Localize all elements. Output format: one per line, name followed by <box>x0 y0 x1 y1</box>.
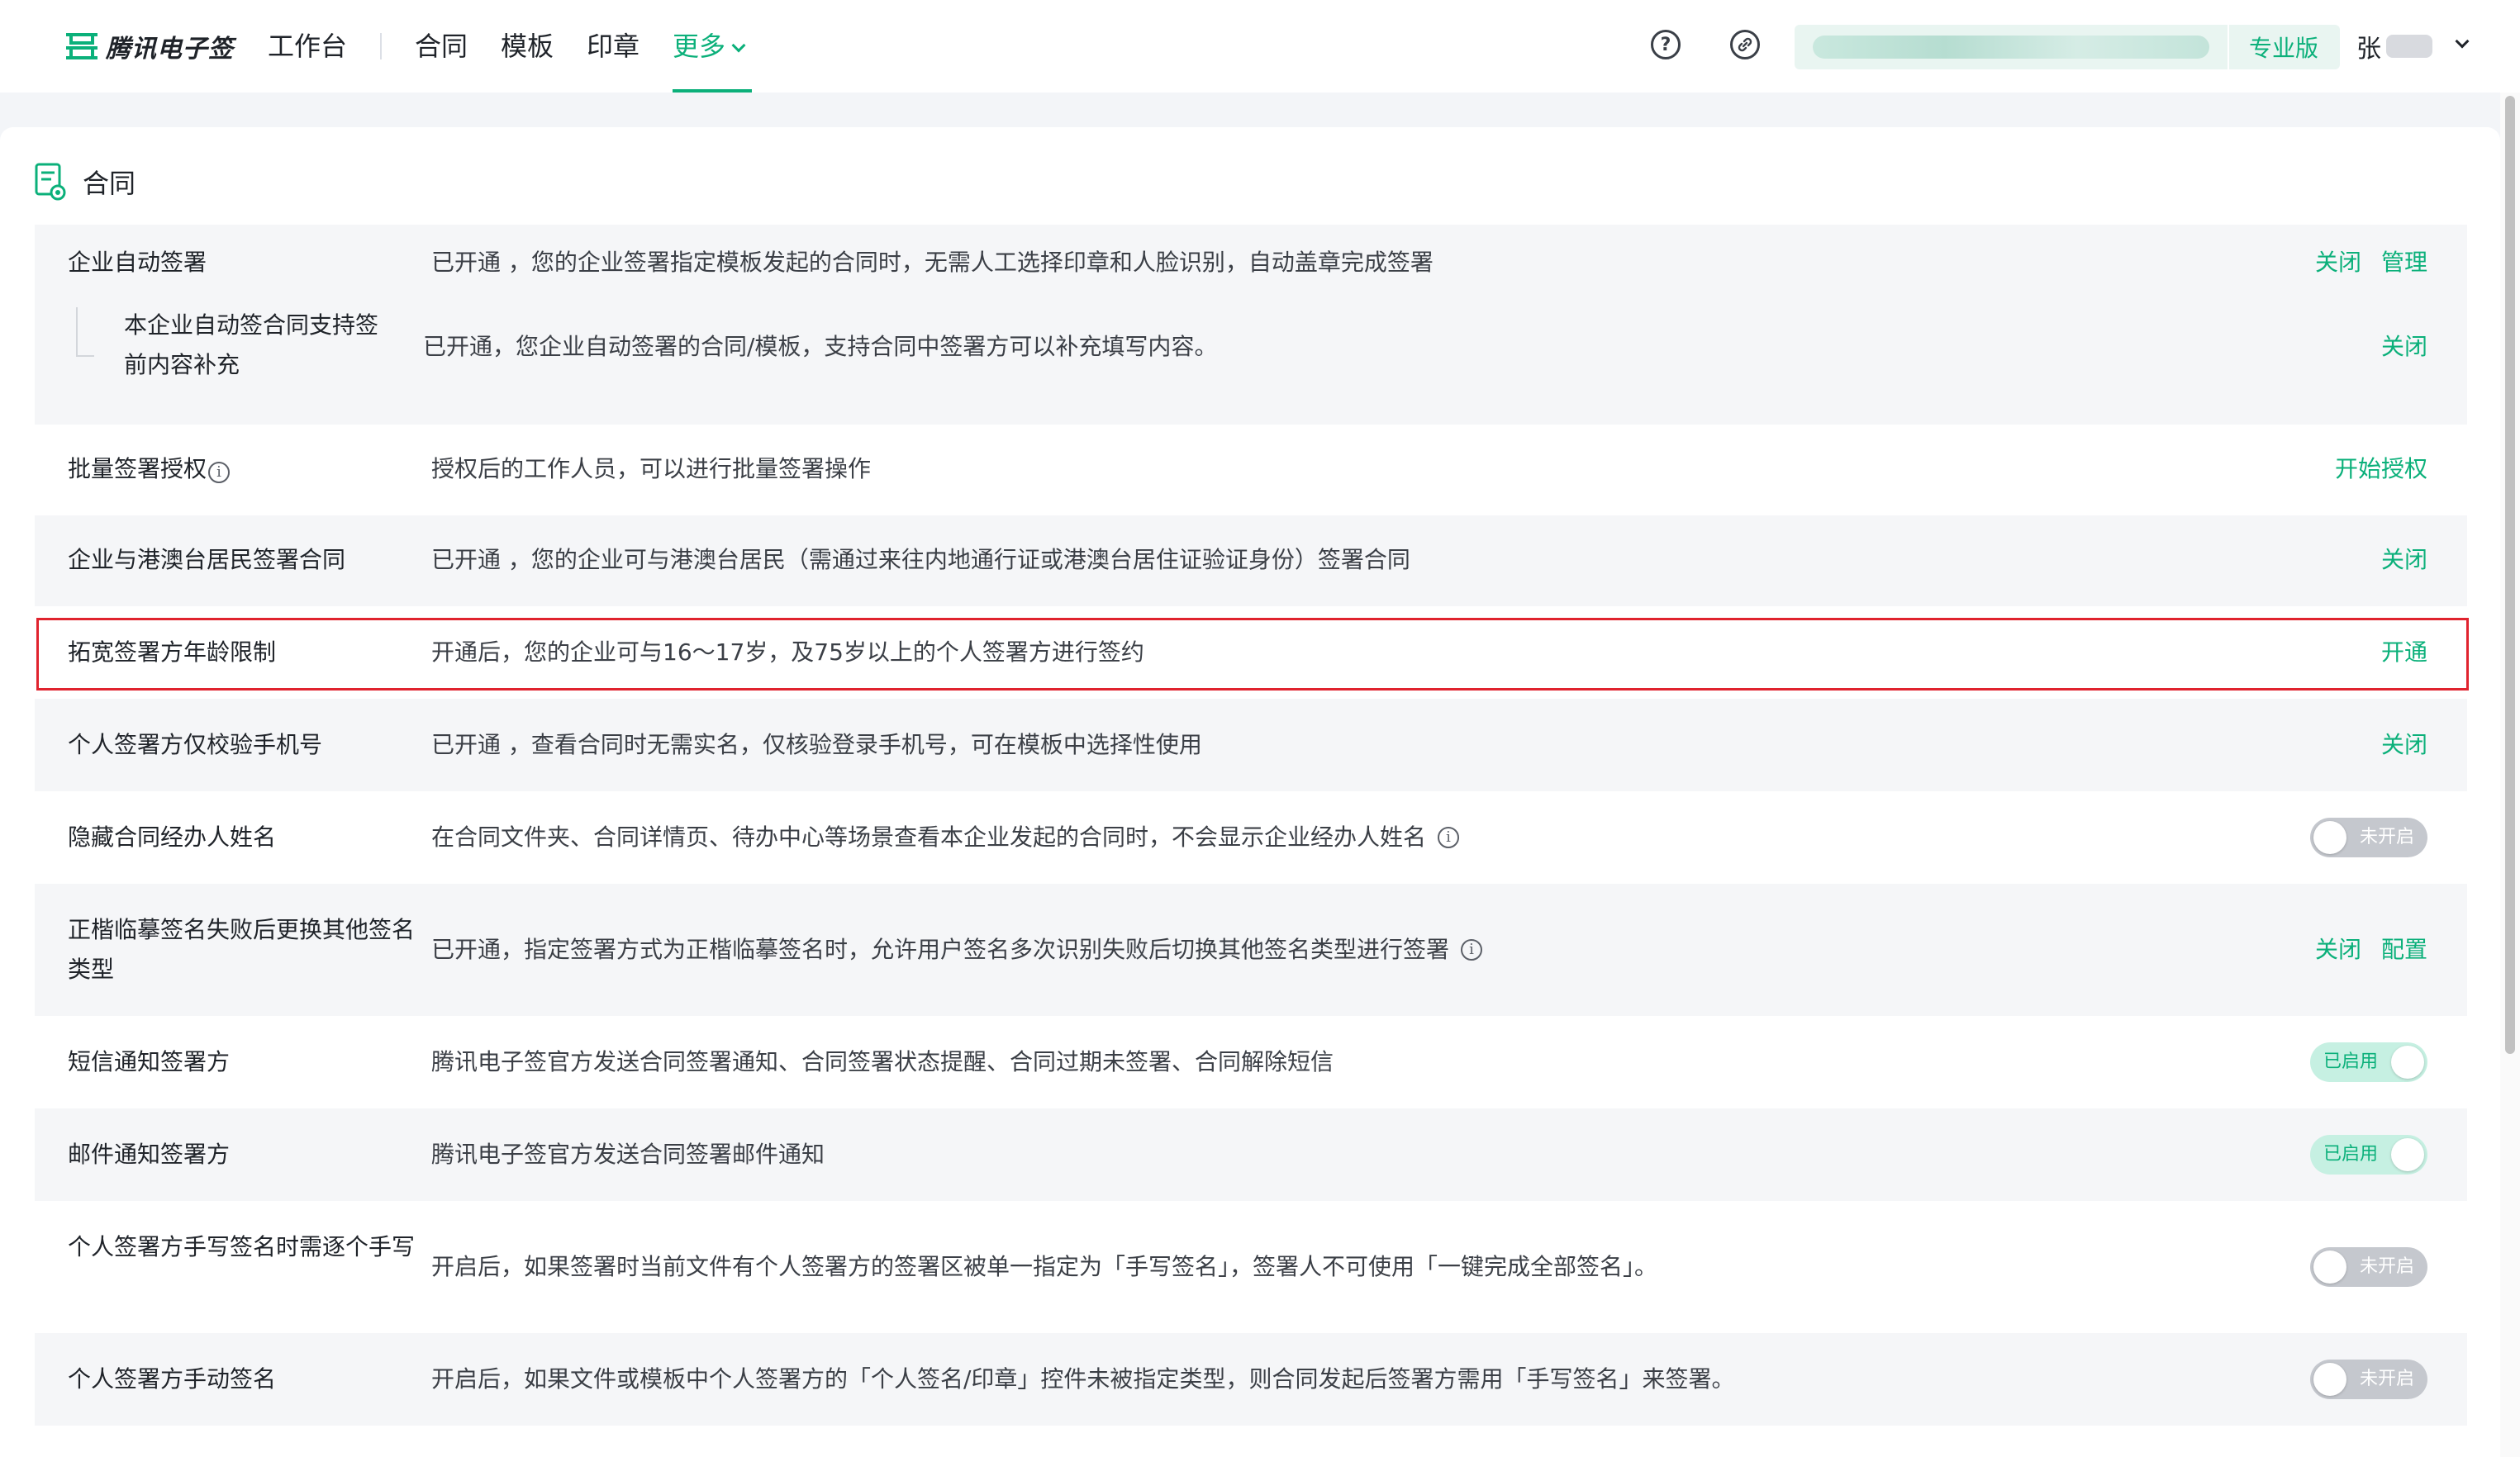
setting-description: 腾讯电子签官方发送合同签署通知、合同签署状态提醒、合同过期未签署、合同解除短信 <box>431 1048 1334 1075</box>
setting-row-hk-macao-taiwan: 企业与港澳台居民签署合同 已开通 ，您的企业可与港澳台居民（需通过来往内地通行证… <box>35 515 2467 606</box>
toggle-knob <box>2313 1363 2346 1396</box>
setting-name: 正楷临摹签名失败后更换其他签名类型 <box>68 916 416 983</box>
nav-more[interactable]: 更多 <box>673 25 746 68</box>
setting-description: 已开通 ，您的企业可与港澳台居民（需通过来往内地通行证或港澳台居住证验证身份）签… <box>431 546 1410 573</box>
setting-row-sms-notify: 短信通知签署方 腾讯电子签官方发送合同签署通知、合同签署状态提醒、合同过期未签署… <box>35 1016 2467 1108</box>
toggle-knob <box>2313 1251 2346 1284</box>
link-icon[interactable] <box>1730 30 1760 59</box>
nav-active-indicator <box>673 89 752 93</box>
user-name-redacted <box>2386 35 2432 58</box>
handwrite-each-toggle[interactable]: 未开启 <box>2310 1247 2427 1287</box>
toggle-knob <box>2391 1138 2424 1171</box>
setting-row-hide-handler-name: 隐藏合同经办人姓名 在合同文件夹、合同详情页、待办中心等场景查看本企业发起的合同… <box>35 791 2467 884</box>
setting-name: 短信通知签署方 <box>68 1048 231 1075</box>
setting-name: 企业自动签署 <box>68 249 207 276</box>
close-link[interactable]: 关闭 <box>2381 540 2427 580</box>
close-link[interactable]: 关闭 <box>2315 930 2361 970</box>
setting-actions: 关闭 配置 <box>2315 930 2427 970</box>
email-notify-toggle[interactable]: 已启用 <box>2310 1135 2427 1175</box>
info-icon[interactable]: i <box>1461 939 1483 961</box>
edition-badge: 专业版 <box>2249 35 2319 62</box>
toggle-state: 未开启 <box>2359 1256 2414 1277</box>
toggle-state: 已启用 <box>2323 1051 2379 1072</box>
toggle-state: 未开启 <box>2359 827 2414 847</box>
setting-row-batch-sign: 批量签署授权 i 授权后的工作人员，可以进行批量签署操作 开始授权 <box>35 425 2467 515</box>
organization-switcher[interactable]: 专业版 <box>1795 25 2340 69</box>
setting-name: 个人签署方仅校验手机号 <box>68 731 323 758</box>
setting-name: 个人签署方手动签名 <box>68 1365 277 1393</box>
setting-row-email-notify: 邮件通知签署方 腾讯电子签官方发送合同签署邮件通知 已启用 <box>35 1108 2467 1201</box>
setting-description: 开启后，如果签署时当前文件有个人签署方的签署区被单一指定为「手写签名」，签署人不… <box>431 1253 1658 1280</box>
sub-setting-actions: 关闭 <box>2381 327 2427 367</box>
setting-row-signature-fallback: 正楷临摹签名失败后更换其他签名类型 已开通，指定签署方式为正楷临摹签名时，允许用… <box>35 884 2467 1016</box>
info-icon[interactable]: i <box>208 462 231 483</box>
nav-contract[interactable]: 合同 <box>415 25 468 68</box>
setting-description: 已开通 ，查看合同时无需实名，仅核验登录手机号，可在模板中选择性使用 <box>431 731 1202 758</box>
contract-document-icon <box>35 163 66 201</box>
setting-actions: 关闭 管理 <box>2315 243 2427 282</box>
help-icon[interactable]: ? <box>1651 30 1681 59</box>
setting-name: 企业与港澳台居民签署合同 <box>68 546 346 573</box>
setting-actions: 开始授权 <box>2335 449 2427 489</box>
nav-template[interactable]: 模板 <box>501 25 554 68</box>
setting-description: 开启后，如果文件或模板中个人签署方的「个人签名/印章」控件未被指定类型，则合同发… <box>431 1365 1735 1393</box>
brand-logo[interactable]: 腾讯电子签 <box>64 26 234 66</box>
setting-description: 已开通 ，您的企业签署指定模板发起的合同时，无需人工选择印章和人脸识别，自动盖章… <box>431 249 1434 276</box>
sub-setting-description: 已开通，您企业自动签署的合同/模板，支持合同中签署方可以补充填写内容。 <box>423 333 1218 360</box>
setting-name: 隐藏合同经办人姓名 <box>68 823 277 851</box>
info-icon[interactable]: i <box>1438 827 1460 848</box>
toggle-state: 已启用 <box>2323 1144 2379 1165</box>
highlight-annotation-box <box>36 618 2469 691</box>
setting-description: 已开通，指定签署方式为正楷临摹签名时，允许用户签名多次识别失败后切换其他签名类型… <box>431 930 1483 970</box>
setting-row-auto-sign: 企业自动签署 已开通 ，您的企业签署指定模板发起的合同时，无需人工选择印章和人脸… <box>35 225 2467 425</box>
chevron-down-icon <box>731 38 746 53</box>
setting-actions: 关闭 <box>2381 725 2427 765</box>
nav-more-label: 更多 <box>673 31 726 62</box>
nav-workbench[interactable]: 工作台 <box>268 25 347 68</box>
setting-name: 批量签署授权 i <box>68 449 415 489</box>
setting-description-text: 在合同文件夹、合同详情页、待办中心等场景查看本企业发起的合同时，不会显示企业经办… <box>431 823 1427 851</box>
user-menu[interactable]: 张 <box>2356 28 2470 64</box>
configure-link[interactable]: 配置 <box>2381 930 2427 970</box>
sub-setting-connector <box>76 307 94 357</box>
start-authorize-link[interactable]: 开始授权 <box>2335 449 2427 489</box>
section-title: 合同 <box>83 168 136 199</box>
settings-card: 合同 企业自动签署 已开通 ，您的企业签署指定模板发起的合同时，无需人工选择印章… <box>0 127 2500 1457</box>
organization-name-redacted <box>1813 36 2209 59</box>
scrollbar-thumb[interactable] <box>2505 96 2515 1054</box>
setting-description-text: 已开通，指定签署方式为正楷临摹签名时，允许用户签名多次识别失败后切换其他签名类型… <box>431 936 1450 963</box>
toggle-knob <box>2313 821 2346 854</box>
manual-sign-toggle[interactable]: 未开启 <box>2310 1360 2427 1399</box>
sms-notify-toggle[interactable]: 已启用 <box>2310 1042 2427 1082</box>
link-glyph-icon <box>1738 37 1752 52</box>
sub-setting-name: 本企业自动签合同支持签前内容补充 <box>124 311 379 378</box>
org-separator <box>2228 25 2229 69</box>
hide-handler-name-toggle[interactable]: 未开启 <box>2310 818 2427 857</box>
user-name-initial: 张 <box>2356 35 2381 64</box>
close-link[interactable]: 关闭 <box>2381 327 2427 367</box>
setting-description: 授权后的工作人员，可以进行批量签署操作 <box>431 455 872 482</box>
section-header: 合同 <box>35 162 136 202</box>
setting-description: 腾讯电子签官方发送合同签署邮件通知 <box>431 1141 825 1168</box>
close-link[interactable]: 关闭 <box>2381 725 2427 765</box>
nav-divider <box>380 33 382 59</box>
setting-actions: 关闭 <box>2381 540 2427 580</box>
setting-description: 在合同文件夹、合同详情页、待办中心等场景查看本企业发起的合同时，不会显示企业经办… <box>431 818 1460 857</box>
toggle-knob <box>2391 1046 2424 1079</box>
manage-link[interactable]: 管理 <box>2381 243 2427 282</box>
brand-name: 腾讯电子签 <box>106 35 234 64</box>
page-scrollbar[interactable] <box>2500 93 2520 1457</box>
toggle-state: 未开启 <box>2359 1369 2414 1389</box>
chevron-down-icon <box>2455 34 2470 49</box>
setting-name-text: 批量签署授权 <box>68 455 207 482</box>
brand-logo-icon <box>66 33 97 59</box>
setting-row-handwrite-each: 个人签署方手写签名时需逐个手写 开启后，如果签署时当前文件有个人签署方的签署区被… <box>35 1201 2467 1333</box>
setting-row-phone-only: 个人签署方仅校验手机号 已开通 ，查看合同时无需实名，仅核验登录手机号，可在模板… <box>35 699 2467 791</box>
top-navigation-bar: 腾讯电子签 工作台 合同 模板 印章 更多 ? 专业版 张 <box>0 0 2520 93</box>
setting-row-manual-sign: 个人签署方手动签名 开启后，如果文件或模板中个人签署方的「个人签名/印章」控件未… <box>35 1333 2467 1426</box>
close-link[interactable]: 关闭 <box>2315 243 2361 282</box>
setting-name: 邮件通知签署方 <box>68 1141 231 1168</box>
setting-name: 个人签署方手写签名时需逐个手写 <box>68 1233 416 1260</box>
nav-seal[interactable]: 印章 <box>587 25 640 68</box>
